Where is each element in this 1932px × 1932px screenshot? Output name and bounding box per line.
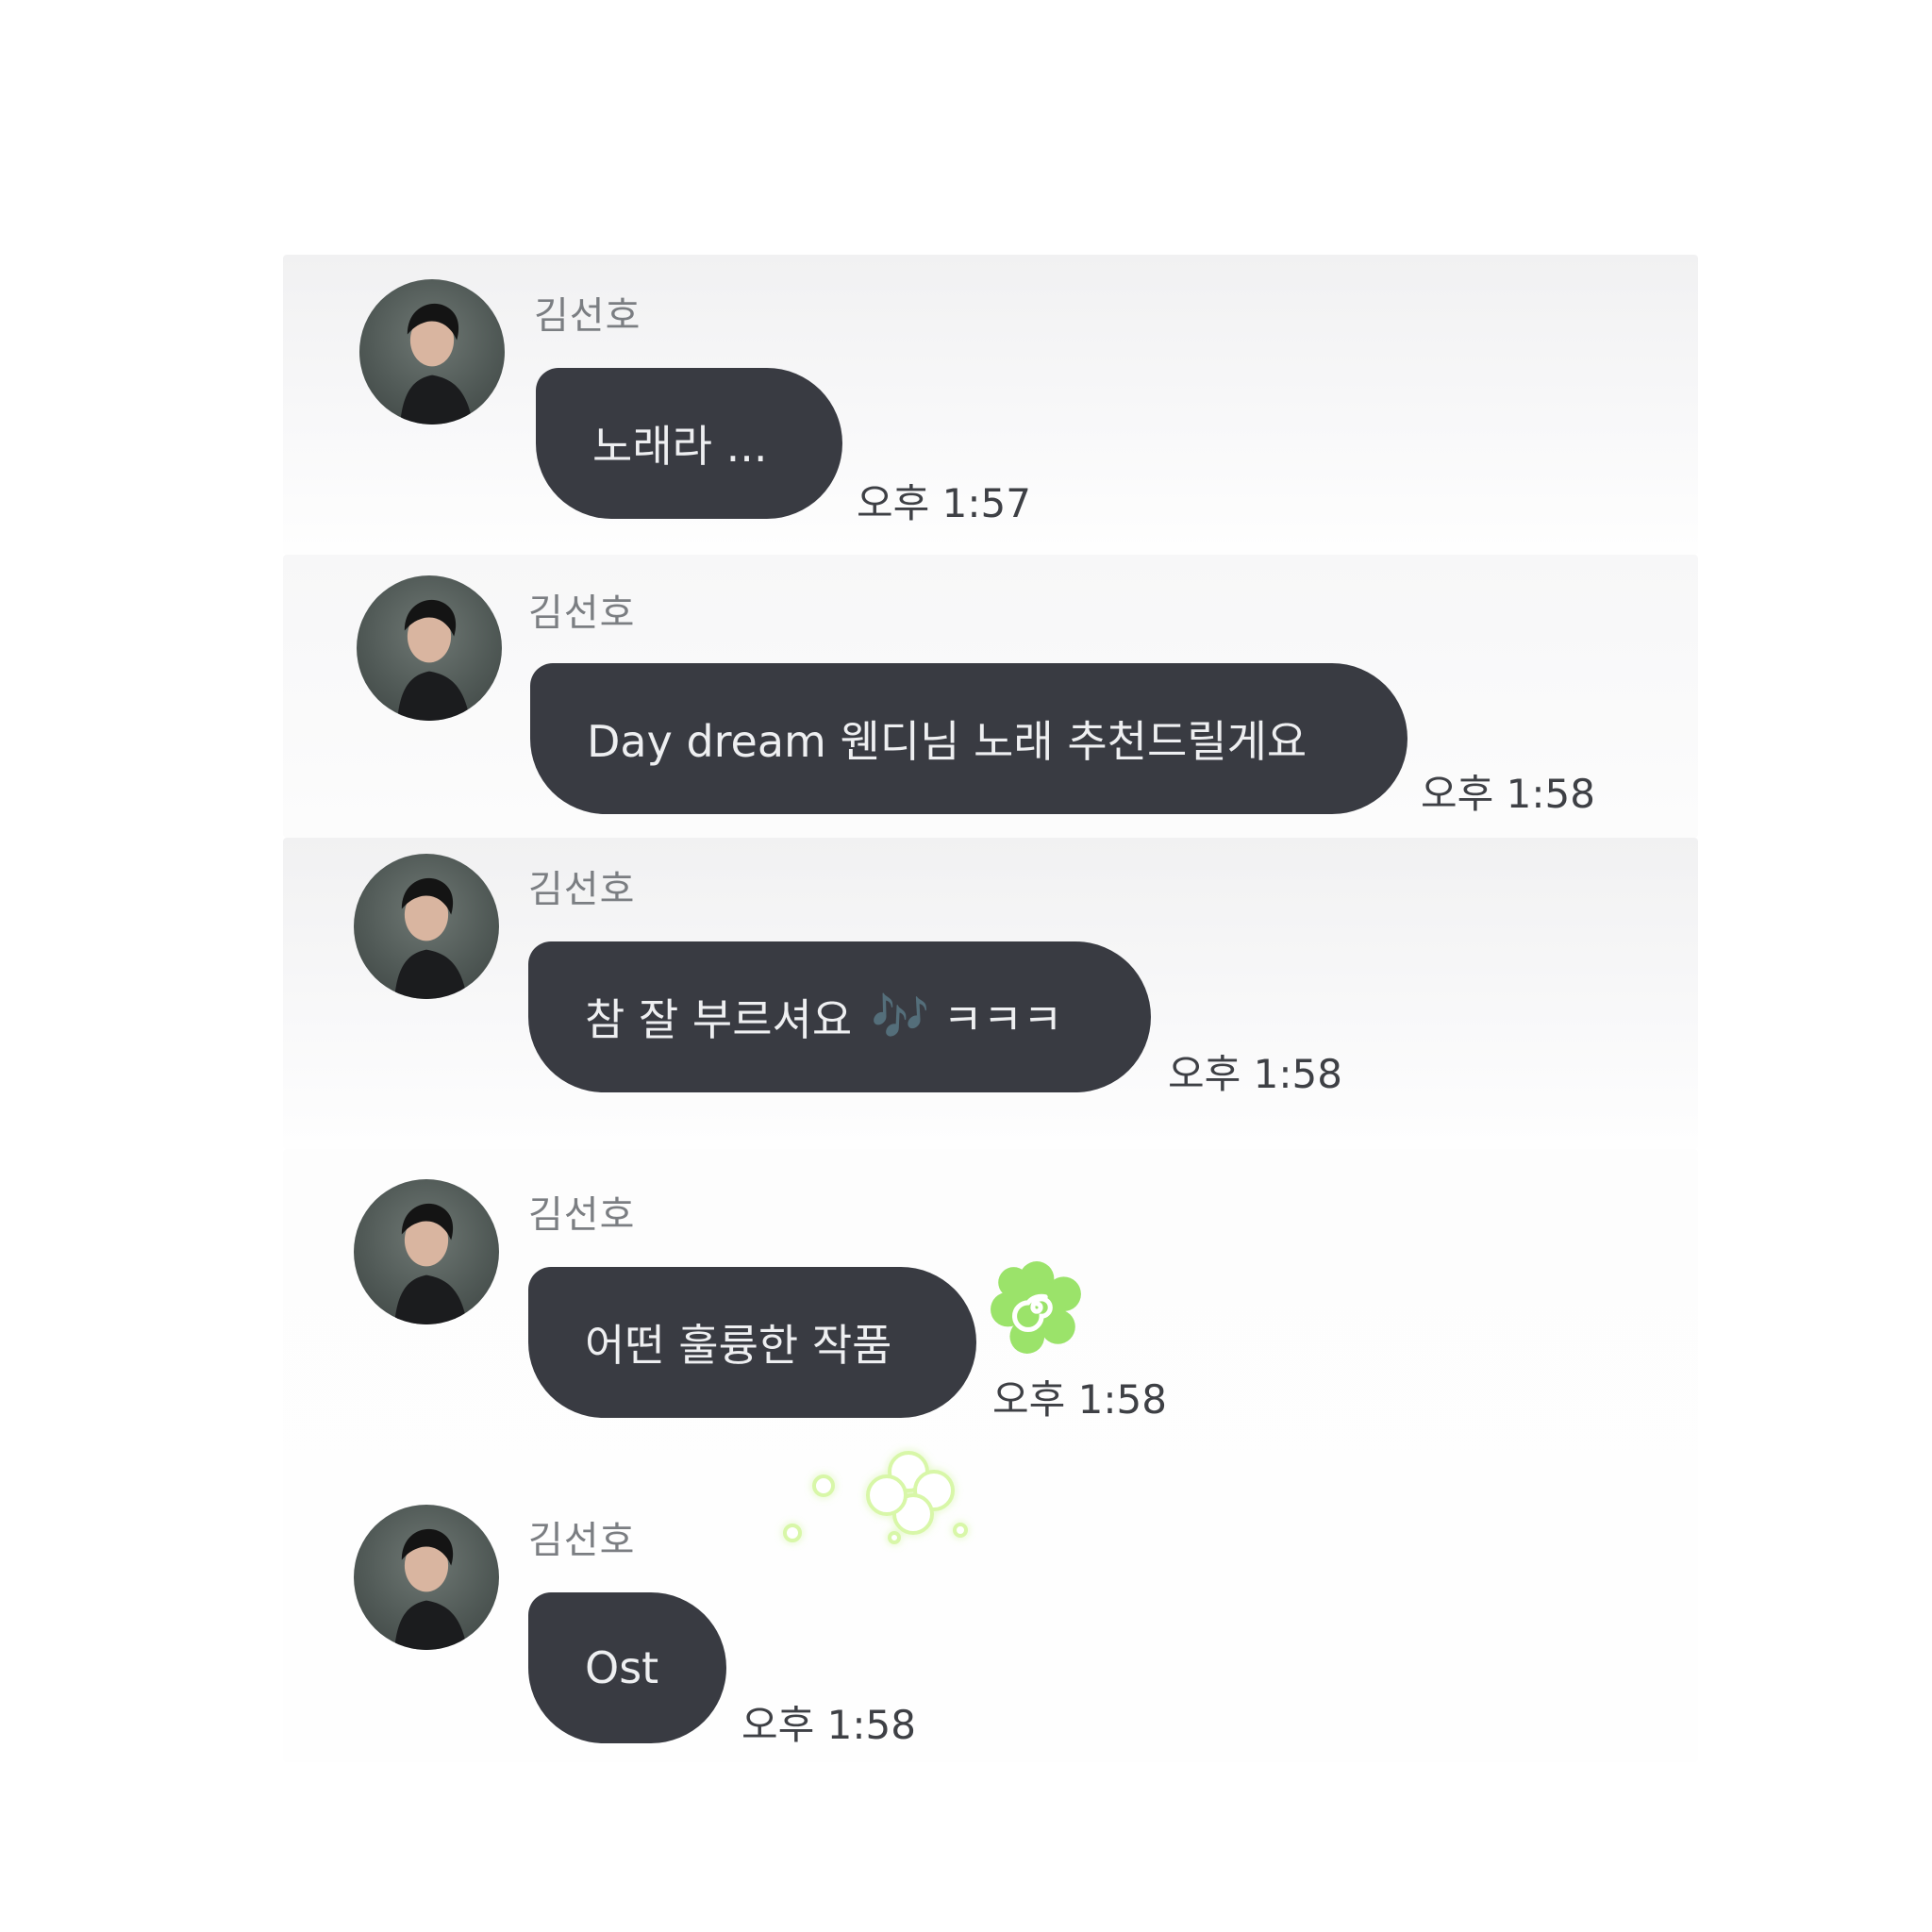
message-bubble[interactable]: 어떤 훌륭한 작품 [528, 1267, 976, 1418]
message-text: ㅋㅋㅋ [942, 994, 1063, 1045]
avatar[interactable] [359, 279, 505, 425]
message-text: 참 잘 부르셔요 [585, 994, 853, 1045]
message-timestamp: 오후 1:58 [1421, 771, 1595, 817]
sender-name: 김선호 [528, 1193, 636, 1237]
profile-photo-icon [394, 1528, 468, 1650]
message-text: 어떤 훌륭한 작품 [585, 1320, 892, 1371]
sender-name: 김선호 [528, 591, 636, 635]
profile-photo-icon [394, 877, 468, 999]
music-notes-icon: 🎶 [871, 989, 930, 1044]
profile-photo-icon [397, 599, 471, 721]
avatar[interactable] [354, 1505, 499, 1650]
message-bubble[interactable]: Ost [528, 1592, 726, 1743]
avatar[interactable] [357, 575, 502, 721]
message-text: Ost [585, 1642, 659, 1693]
message-text: Day dream 웬디님 노래 추천드릴게요 [587, 716, 1307, 767]
message-bubble[interactable]: Day dream 웬디님 노래 추천드릴게요 [530, 663, 1407, 814]
profile-photo-icon [394, 1203, 468, 1324]
sender-name: 김선호 [528, 868, 636, 911]
message-timestamp: 오후 1:58 [992, 1376, 1167, 1423]
sender-name: 김선호 [534, 294, 641, 338]
message-text: 노래라 ... [592, 421, 768, 472]
message-bubble[interactable]: 노래라 ... [536, 368, 842, 519]
glowing-clover-sticker-icon [783, 1451, 968, 1544]
avatar[interactable] [354, 854, 499, 999]
message-timestamp: 오후 1:57 [857, 480, 1031, 526]
message-bubble[interactable]: 참 잘 부르셔요 🎶 ㅋㅋㅋ [528, 941, 1151, 1092]
message-timestamp: 오후 1:58 [741, 1702, 916, 1748]
spiral-flower-sticker-icon [991, 1261, 1081, 1354]
profile-photo-icon [400, 303, 474, 425]
message-timestamp: 오후 1:58 [1168, 1051, 1342, 1097]
sender-name: 김선호 [528, 1519, 636, 1562]
chat-screenshot: 김선호 노래라 ... 오후 1:57 김선호 Day dream 웬디님 노래… [0, 0, 1932, 1932]
avatar[interactable] [354, 1179, 499, 1324]
